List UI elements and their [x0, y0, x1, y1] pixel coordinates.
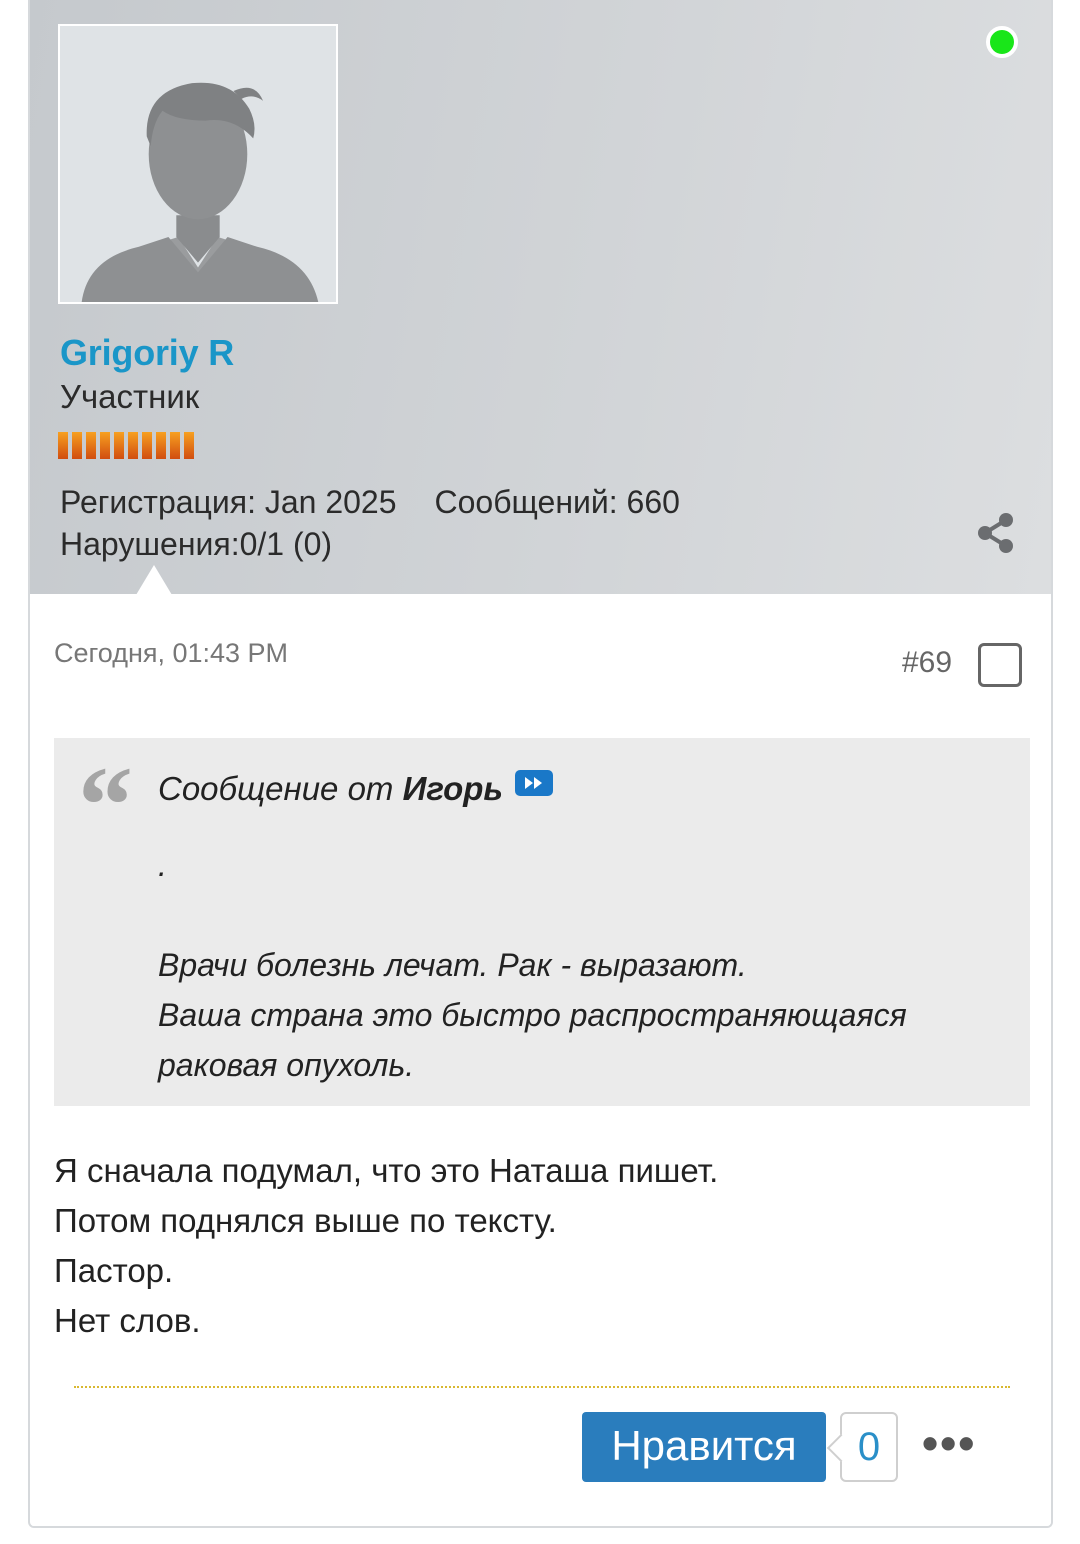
post-message: Я сначала подумал, что это Наташа пишет.… — [54, 1152, 719, 1339]
reputation-segment — [170, 432, 180, 459]
view-post-icon[interactable] — [515, 770, 554, 796]
post-card: Grigoriy R Участник Регистрация: Jan 202… — [28, 0, 1053, 1528]
reputation-segment — [128, 432, 138, 459]
quote-author: Игорь — [402, 770, 504, 807]
share-icon[interactable] — [976, 512, 1016, 554]
footer-divider — [74, 1386, 1010, 1388]
reputation-segment — [114, 432, 124, 459]
reputation-bar — [58, 432, 194, 459]
quote-header: Сообщение от Игорь — [158, 770, 554, 808]
registration-date: Регистрация: Jan 2025 — [60, 484, 397, 520]
reputation-segment — [142, 432, 152, 459]
reputation-segment — [72, 432, 82, 459]
panel-pointer — [136, 565, 172, 595]
reputation-segment — [86, 432, 96, 459]
reputation-segment — [58, 432, 68, 459]
online-status-icon — [986, 26, 1018, 58]
avatar-placeholder-icon — [60, 26, 336, 302]
quote-prefix: Сообщение от — [158, 770, 394, 807]
more-options-icon[interactable]: ••• — [922, 1420, 976, 1466]
violations-count: Нарушения:0/1 (0) — [60, 526, 333, 562]
avatar[interactable] — [58, 24, 338, 304]
message-count: Сообщений: 660 — [434, 484, 680, 520]
quote-text: . Врачи болезнь лечат. Рак - выразают. В… — [158, 847, 907, 1083]
username-link[interactable]: Grigoriy R — [60, 332, 234, 374]
reputation-segment — [156, 432, 166, 459]
post-number-link[interactable]: #69 — [902, 646, 952, 680]
user-stats: Регистрация: Jan 2025 Сообщений: 660 — [60, 484, 680, 521]
quote-block: “ Сообщение от Игорь . Врачи болезнь леч… — [54, 738, 1030, 1106]
quote-mark-icon: “ — [78, 744, 133, 866]
post-body: Сегодня, 01:43 PM #69 “ Сообщение от Иго… — [32, 594, 1051, 1526]
reputation-segment — [184, 432, 194, 459]
checkbox-icon[interactable] — [978, 643, 1022, 687]
like-count: 0 — [840, 1412, 898, 1482]
post-date: Сегодня, 01:43 PM — [54, 638, 289, 668]
user-title: Участник — [60, 378, 200, 415]
user-info-panel: Grigoriy R Участник Регистрация: Jan 202… — [30, 0, 1051, 595]
like-button[interactable]: Нравится — [582, 1412, 826, 1482]
reputation-segment — [100, 432, 110, 459]
